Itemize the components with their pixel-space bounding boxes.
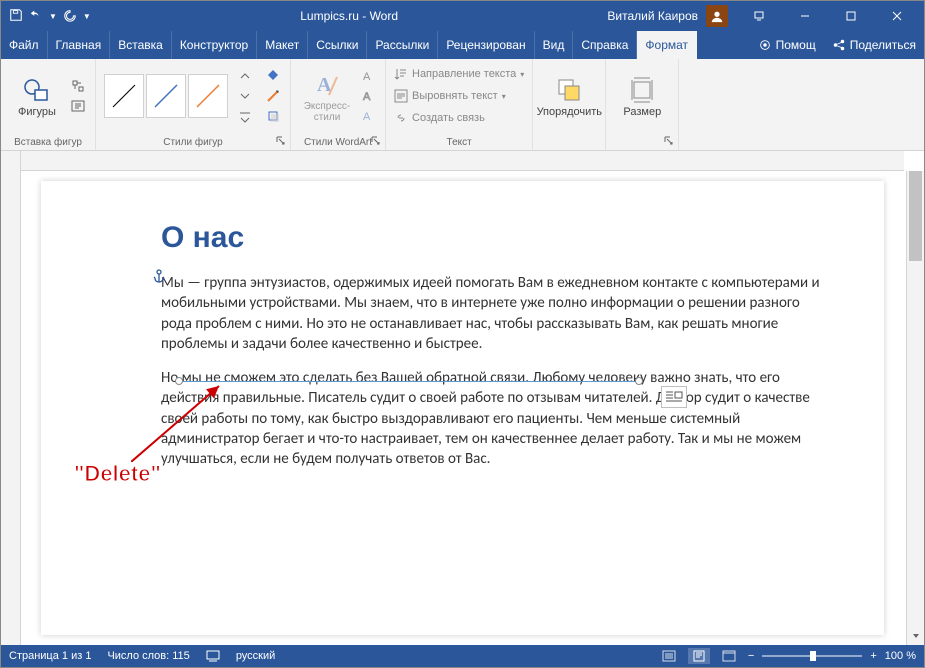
tab-file[interactable]: Файл	[1, 31, 48, 59]
svg-text:A: A	[363, 111, 371, 123]
delete-annotation: "Delete"	[74, 461, 161, 487]
wordart-launcher[interactable]	[371, 136, 383, 148]
shape-style-gallery[interactable]	[104, 74, 228, 118]
tab-format[interactable]: Формат	[637, 31, 697, 59]
text-direction-button[interactable]: Направление текста▾	[394, 64, 524, 84]
zoom-slider[interactable]	[762, 655, 862, 657]
paragraph-1: Мы — группа энтузиастов, одержимых идеей…	[161, 273, 824, 354]
text-effects-button[interactable]: A	[359, 107, 377, 125]
zoom-in[interactable]: +	[870, 650, 876, 662]
text-outline-button[interactable]: A	[359, 87, 377, 105]
user-avatar[interactable]	[706, 5, 728, 27]
svg-text:A: A	[363, 71, 371, 83]
paragraph-2: Но мы не сможем это сделать без Вашей об…	[161, 368, 824, 469]
gallery-more[interactable]	[236, 107, 254, 125]
shape-styles-launcher[interactable]	[276, 136, 288, 148]
zoom-level[interactable]: 100 %	[885, 650, 916, 662]
autosave-icon[interactable]	[9, 8, 23, 25]
layout-options-button[interactable]	[661, 386, 687, 408]
group-insert-shapes: Фигуры Вставка фигур	[1, 59, 96, 150]
ribbon: Фигуры Вставка фигур	[1, 59, 924, 151]
create-link-button[interactable]: Создать связь	[394, 108, 485, 128]
status-language[interactable]: русский	[236, 650, 275, 662]
group-shape-styles: Стили фигур	[96, 59, 291, 150]
text-fill-button[interactable]: A	[359, 67, 377, 85]
align-text-button[interactable]: Выровнять текст▾	[394, 86, 506, 106]
maximize-button[interactable]	[828, 1, 874, 31]
group-arrange: Упорядочить	[533, 59, 606, 150]
edit-shape-button[interactable]	[69, 77, 87, 95]
scroll-thumb[interactable]	[909, 171, 922, 261]
tab-home[interactable]: Главная	[48, 31, 111, 59]
status-page[interactable]: Страница 1 из 1	[9, 650, 91, 662]
resize-handle-left[interactable]	[175, 377, 183, 385]
tab-insert[interactable]: Вставка	[110, 31, 172, 59]
ribbon-tabs: Файл Главная Вставка Конструктор Макет С…	[1, 31, 924, 59]
statusbar: Страница 1 из 1 Число слов: 115 русский …	[1, 645, 924, 667]
status-proofing-icon[interactable]	[206, 650, 220, 662]
tab-references[interactable]: Ссылки	[308, 31, 367, 59]
titlebar: ▼ ▼ Lumpics.ru - Word Виталий Каиров	[1, 1, 924, 31]
document-area: О нас Мы — группа энтузиастов, одержимых…	[1, 151, 924, 645]
horizontal-ruler[interactable]	[21, 151, 904, 171]
scroll-down-button[interactable]	[907, 627, 924, 645]
tab-help[interactable]: Справка	[573, 31, 637, 59]
vertical-ruler[interactable]	[1, 151, 21, 645]
minimize-button[interactable]	[782, 1, 828, 31]
resize-handle-right[interactable]	[635, 377, 643, 385]
tab-design[interactable]: Конструктор	[172, 31, 257, 59]
group-label-shape-styles: Стили фигур	[163, 137, 223, 148]
zoom-out[interactable]: −	[748, 650, 754, 662]
view-print[interactable]	[688, 648, 710, 664]
group-size: Размер	[606, 59, 679, 150]
view-focus[interactable]	[658, 648, 680, 664]
wordart-quick-styles[interactable]: A Экспресс-стили	[299, 69, 355, 123]
qat-customize[interactable]: ▼	[83, 12, 91, 21]
group-wordart-styles: A Экспресс-стили A A A Стили WordArt	[291, 59, 386, 150]
shape-effects-button[interactable]	[264, 107, 282, 125]
tab-layout[interactable]: Макет	[257, 31, 308, 59]
tab-share[interactable]: Поделиться	[824, 31, 924, 59]
anchor-icon	[151, 269, 167, 290]
text-box-button[interactable]	[69, 97, 87, 115]
size-button[interactable]: Размер	[614, 74, 670, 118]
page[interactable]: О нас Мы — группа энтузиастов, одержимых…	[41, 181, 884, 635]
status-wordcount[interactable]: Число слов: 115	[107, 650, 189, 662]
window-title: Lumpics.ru - Word	[91, 9, 608, 23]
tab-tellme[interactable]: Помощ	[750, 31, 824, 59]
arrange-button[interactable]: Упорядочить	[541, 74, 597, 118]
shapes-button[interactable]: Фигуры	[9, 74, 65, 118]
undo-dropdown[interactable]: ▼	[49, 12, 57, 21]
close-button[interactable]	[874, 1, 920, 31]
group-label-text: Текст	[447, 137, 472, 148]
view-web[interactable]	[718, 648, 740, 664]
heading: О нас	[161, 221, 824, 255]
gallery-row-down[interactable]	[236, 87, 254, 105]
group-label-insert-shapes: Вставка фигур	[14, 137, 82, 148]
horizontal-line-shape[interactable]	[180, 381, 638, 382]
ribbon-options-button[interactable]	[736, 1, 782, 31]
group-text: Направление текста▾ Выровнять текст▾ Соз…	[386, 59, 533, 150]
vertical-scrollbar[interactable]	[906, 171, 924, 645]
shape-outline-button[interactable]	[264, 87, 282, 105]
size-launcher[interactable]	[664, 136, 676, 148]
undo-icon[interactable]	[29, 8, 43, 25]
shape-fill-button[interactable]	[264, 67, 282, 85]
user-name[interactable]: Виталий Каиров	[607, 9, 698, 23]
tab-mailings[interactable]: Рассылки	[367, 31, 438, 59]
svg-text:A: A	[363, 91, 371, 103]
redo-icon[interactable]	[63, 8, 77, 25]
group-label-wordart: Стили WordArt	[304, 137, 372, 148]
tab-view[interactable]: Вид	[535, 31, 574, 59]
gallery-row-up[interactable]	[236, 67, 254, 85]
tab-review[interactable]: Рецензирован	[438, 31, 534, 59]
